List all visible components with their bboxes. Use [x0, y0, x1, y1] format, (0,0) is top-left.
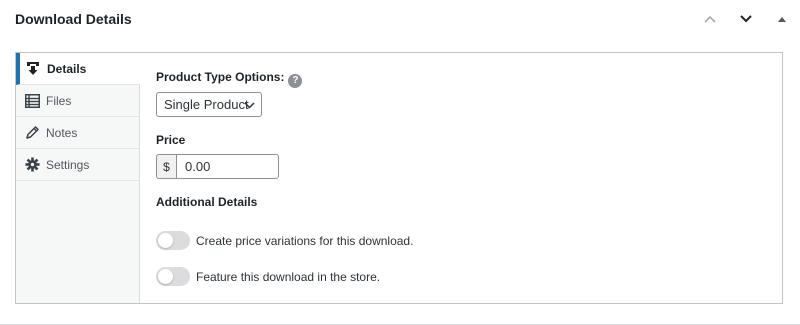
tab-list: Details Files Notes Settings — [16, 53, 140, 303]
currency-symbol: $ — [156, 154, 176, 179]
price-variations-toggle-row: Create price variations for this downloa… — [156, 231, 413, 250]
price-field: $ — [156, 154, 279, 179]
metabox-header: Download Details — [0, 0, 800, 38]
price-variations-toggle-label: Create price variations for this downloa… — [196, 233, 414, 248]
triangle-up-icon — [778, 17, 786, 22]
download-details-metabox: Download Details Details Files Notes Set… — [0, 0, 800, 325]
product-type-select[interactable]: Single Product — [156, 92, 262, 117]
tab-files[interactable]: Files — [16, 85, 139, 117]
price-label: Price — [156, 133, 186, 147]
gear-icon — [24, 157, 40, 173]
move-down-button[interactable] — [735, 8, 757, 30]
feature-download-toggle-label: Feature this download in the store. — [196, 269, 381, 284]
move-up-button[interactable] — [699, 8, 721, 30]
toggle-knob — [158, 233, 173, 248]
toggle-panel-button[interactable] — [771, 8, 793, 30]
tab-details[interactable]: Details — [16, 53, 140, 85]
pencil-icon — [24, 125, 40, 141]
chevron-down-icon — [740, 15, 752, 23]
list-icon — [24, 93, 40, 109]
tab-notes[interactable]: Notes — [16, 117, 139, 149]
tab-settings[interactable]: Settings — [16, 149, 139, 181]
price-variations-toggle[interactable] — [156, 231, 190, 250]
download-icon — [25, 61, 41, 77]
details-content: Product Type Options:? Single Product Pr… — [156, 53, 782, 303]
product-type-label-text: Product Type Options: — [156, 70, 285, 84]
price-input[interactable] — [176, 154, 279, 179]
chevron-down-icon — [244, 102, 255, 109]
tab-files-label: Files — [46, 93, 72, 108]
tab-settings-label: Settings — [46, 157, 90, 172]
product-type-value: Single Product — [164, 97, 249, 112]
download-details-panel: Details Files Notes Settings Product Typ… — [15, 52, 783, 304]
tab-notes-label: Notes — [46, 125, 78, 140]
feature-download-toggle-row: Feature this download in the store. — [156, 267, 380, 286]
tab-details-label: Details — [47, 61, 87, 76]
product-type-label: Product Type Options:? — [156, 70, 303, 88]
help-icon[interactable]: ? — [288, 73, 303, 88]
feature-download-toggle[interactable] — [156, 267, 190, 286]
additional-details-label: Additional Details — [156, 195, 258, 209]
metabox-title: Download Details — [15, 11, 132, 27]
toggle-knob — [158, 269, 173, 284]
chevron-up-icon — [704, 15, 716, 23]
